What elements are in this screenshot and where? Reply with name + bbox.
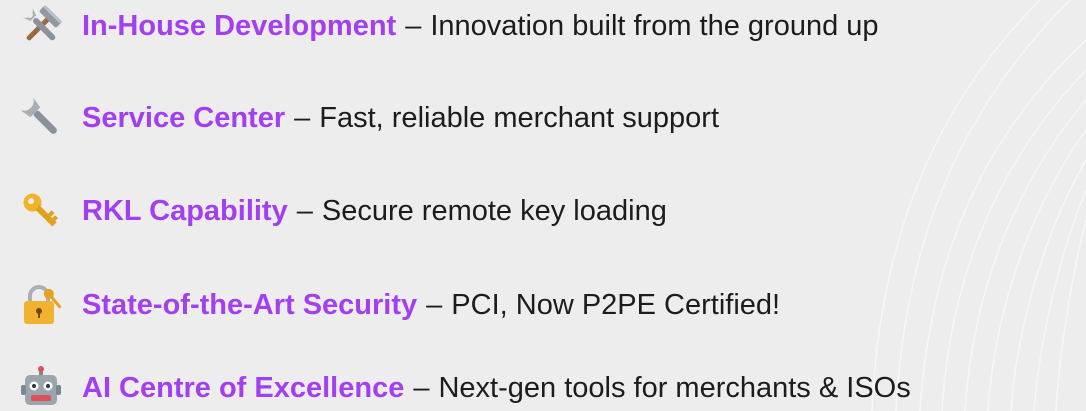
wrench-icon — [18, 95, 64, 141]
feature-item: Service Center – Fast, reliable merchant… — [18, 95, 719, 141]
feature-title: State-of-the-Art Security — [82, 288, 418, 321]
feature-separator: – — [294, 101, 311, 134]
feature-separator: – — [426, 288, 443, 321]
key-icon — [18, 188, 64, 234]
feature-item: In-House Development – Innovation built … — [18, 3, 879, 49]
feature-title: RKL Capability — [82, 194, 288, 227]
feature-separator: – — [405, 9, 422, 42]
feature-list: In-House Development – Innovation built … — [0, 0, 1086, 411]
feature-separator: – — [413, 371, 430, 404]
feature-item: AI Centre of Excellence – Next-gen tools… — [18, 365, 911, 411]
feature-description: Secure remote key loading — [321, 194, 667, 227]
feature-description: PCI, Now P2PE Certified! — [451, 288, 781, 321]
feature-separator: – — [296, 194, 313, 227]
feature-description: Next-gen tools for merchants & ISOs — [438, 371, 911, 404]
locked-with-key-icon — [18, 282, 64, 328]
feature-title: Service Center — [82, 101, 286, 134]
hammer-and-wrench-icon — [18, 3, 64, 49]
feature-title: AI Centre of Excellence — [82, 371, 405, 404]
feature-description: Innovation built from the ground up — [430, 9, 879, 42]
feature-item: RKL Capability – Secure remote key loadi… — [18, 188, 667, 234]
feature-title: In-House Development — [82, 9, 397, 42]
feature-item: State-of-the-Art Security – PCI, Now P2P… — [18, 282, 780, 328]
feature-description: Fast, reliable merchant support — [319, 101, 720, 134]
robot-icon — [18, 365, 64, 411]
